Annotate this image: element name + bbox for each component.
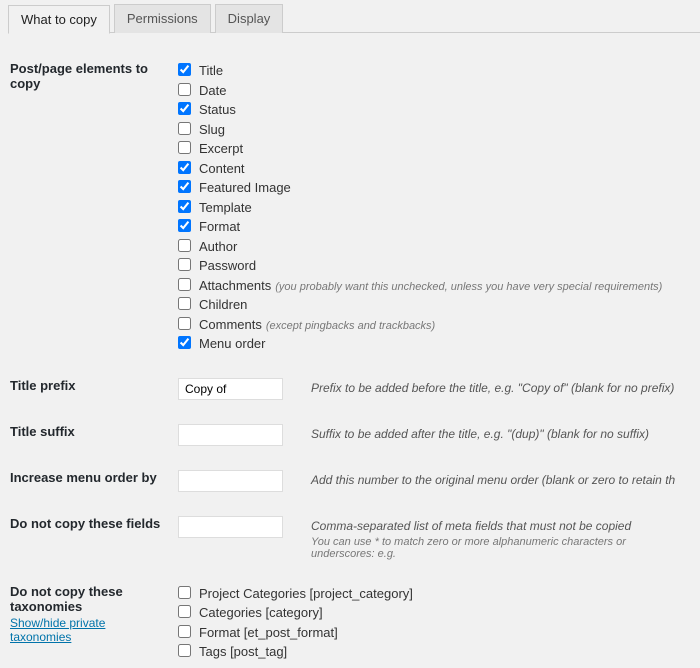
check-menu-order-label: Menu order	[199, 336, 265, 351]
check-excerpt-row[interactable]: Excerpt	[178, 139, 692, 159]
check-excerpt-label: Excerpt	[199, 141, 243, 156]
check-title-row[interactable]: Title	[178, 61, 692, 81]
no-copy-tax-label: Do not copy these taxonomies	[10, 584, 168, 614]
check-password-row[interactable]: Password	[178, 256, 692, 276]
tax-format-label: Format [et_post_format]	[199, 625, 338, 640]
no-copy-fields-label: Do not copy these fields	[10, 516, 160, 531]
check-attachments-row[interactable]: Attachments (you probably want this unche…	[178, 276, 692, 296]
check-status-label: Status	[199, 102, 236, 117]
check-comments-label: Comments	[199, 317, 262, 332]
tax-tags[interactable]	[178, 644, 191, 657]
check-comments-hint: (except pingbacks and trackbacks)	[266, 320, 435, 332]
check-status-row[interactable]: Status	[178, 100, 692, 120]
title-prefix-desc: Prefix to be added before the title, e.g…	[311, 381, 674, 395]
check-author-label: Author	[199, 239, 237, 254]
check-password-label: Password	[199, 258, 256, 273]
check-template-row[interactable]: Template	[178, 198, 692, 218]
check-author-row[interactable]: Author	[178, 237, 692, 257]
taxonomies-checklist: Project Categories [project_category] Ca…	[178, 566, 700, 668]
check-date-row[interactable]: Date	[178, 81, 692, 101]
check-menu-order[interactable]	[178, 336, 191, 349]
check-date[interactable]	[178, 83, 191, 96]
title-suffix-desc: Suffix to be added after the title, e.g.…	[311, 427, 649, 441]
check-template-label: Template	[199, 200, 252, 215]
tabs: What to copy Permissions Display	[8, 0, 700, 33]
no-copy-fields-input[interactable]	[178, 516, 283, 538]
check-title-label: Title	[199, 63, 223, 78]
check-comments[interactable]	[178, 317, 191, 330]
title-suffix-input[interactable]	[178, 424, 283, 446]
tax-categories-label: Categories [category]	[199, 605, 323, 620]
check-attachments-label: Attachments	[199, 278, 271, 293]
check-children-row[interactable]: Children	[178, 295, 692, 315]
check-excerpt[interactable]	[178, 141, 191, 154]
check-status[interactable]	[178, 102, 191, 115]
check-children[interactable]	[178, 297, 191, 310]
no-copy-fields-desc: Comma-separated list of meta fields that…	[311, 519, 631, 533]
elements-label: Post/page elements to copy	[10, 61, 148, 91]
check-children-label: Children	[199, 297, 247, 312]
tax-categories[interactable]	[178, 605, 191, 618]
check-featured-row[interactable]: Featured Image	[178, 178, 692, 198]
tax-format[interactable]	[178, 625, 191, 638]
tax-project-categories-label: Project Categories [project_category]	[199, 586, 413, 601]
tab-what-to-copy[interactable]: What to copy	[8, 5, 110, 34]
check-date-label: Date	[199, 83, 226, 98]
check-format-label: Format	[199, 219, 240, 234]
tax-project-categories[interactable]	[178, 586, 191, 599]
tax-format-row[interactable]: Format [et_post_format]	[178, 623, 692, 643]
check-slug-row[interactable]: Slug	[178, 120, 692, 140]
tax-tags-label: Tags [post_tag]	[199, 644, 287, 659]
check-content[interactable]	[178, 161, 191, 174]
tax-project-categories-row[interactable]: Project Categories [project_category]	[178, 584, 692, 604]
title-prefix-input[interactable]	[178, 378, 283, 400]
tab-display[interactable]: Display	[215, 4, 284, 33]
title-suffix-label: Title suffix	[10, 424, 75, 439]
check-comments-row[interactable]: Comments (except pingbacks and trackbacks…	[178, 315, 692, 335]
check-format-row[interactable]: Format	[178, 217, 692, 237]
check-template[interactable]	[178, 200, 191, 213]
check-format[interactable]	[178, 219, 191, 232]
check-title[interactable]	[178, 63, 191, 76]
tax-categories-row[interactable]: Categories [category]	[178, 603, 692, 623]
check-menu-order-row[interactable]: Menu order	[178, 334, 692, 354]
check-attachments[interactable]	[178, 278, 191, 291]
increase-order-input[interactable]	[178, 470, 283, 492]
check-featured[interactable]	[178, 180, 191, 193]
toggle-private-taxonomies-link[interactable]: Show/hide private taxonomies	[10, 616, 168, 644]
title-prefix-label: Title prefix	[10, 378, 76, 393]
increase-order-label: Increase menu order by	[10, 470, 157, 485]
check-content-label: Content	[199, 161, 245, 176]
check-password[interactable]	[178, 258, 191, 271]
increase-order-desc: Add this number to the original menu ord…	[311, 473, 675, 487]
check-content-row[interactable]: Content	[178, 159, 692, 179]
check-slug-label: Slug	[199, 122, 225, 137]
check-featured-label: Featured Image	[199, 180, 291, 195]
check-attachments-hint: (you probably want this unchecked, unles…	[275, 281, 662, 293]
elements-checklist: Title Date Status Slug Excerpt Content F…	[178, 43, 700, 360]
check-slug[interactable]	[178, 122, 191, 135]
check-author[interactable]	[178, 239, 191, 252]
tax-tags-row[interactable]: Tags [post_tag]	[178, 642, 692, 662]
tab-permissions[interactable]: Permissions	[114, 4, 211, 33]
no-copy-fields-desc-sub: You can use * to match zero or more alph…	[311, 536, 692, 560]
